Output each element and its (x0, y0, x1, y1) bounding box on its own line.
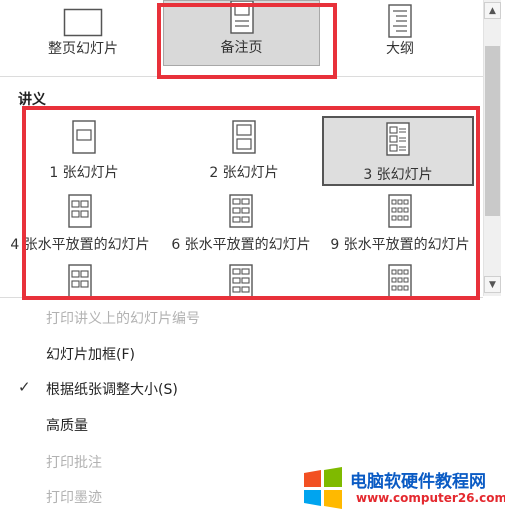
top-divider (0, 76, 483, 77)
handout-6-vertical[interactable] (165, 260, 317, 296)
handout-4-horizontal[interactable]: 4 张水平放置的幻灯片 (4, 190, 156, 256)
scale-to-fit-option[interactable]: 根据纸张调整大小(S) (46, 379, 178, 399)
six-slides-horizontal-icon (229, 194, 253, 228)
scroll-down-arrow-icon[interactable]: ▼ (484, 276, 501, 293)
one-slide-icon (72, 120, 96, 154)
bottom-divider (0, 297, 483, 298)
checkmark-icon: ✓ (18, 378, 31, 396)
scroll-up-arrow-icon[interactable]: ▲ (484, 2, 501, 19)
handout-2-slides-label: 2 张幻灯片 (209, 165, 279, 181)
six-slides-vertical-icon (229, 264, 253, 296)
two-slides-icon (232, 120, 256, 154)
handout-4-horizontal-label: 4 张水平放置的幻灯片 (10, 237, 150, 253)
frame-slides-option[interactable]: 幻灯片加框(F) (46, 344, 135, 364)
handout-2-slides[interactable]: 2 张幻灯片 (168, 118, 320, 184)
handout-3-slides-label: 3 张幻灯片 (363, 167, 433, 183)
layout-notes-page[interactable]: 备注页 (163, 0, 320, 66)
layout-full-page-label: 整页幻灯片 (48, 41, 118, 57)
handout-9-vertical[interactable] (324, 260, 476, 296)
gallery-scrollbar[interactable]: ▲ ▼ (483, 0, 501, 296)
print-ink-option: 打印墨迹 (46, 490, 102, 506)
handout-3-slides[interactable]: 3 张幻灯片 (322, 116, 474, 186)
three-slides-icon (386, 122, 410, 156)
windows-logo-icon (304, 467, 342, 509)
nine-slides-horizontal-icon (388, 194, 412, 228)
watermark: 电脑软硬件教程网 www.computer26.com (296, 461, 505, 513)
print-layout-panel: 整页幻灯片 备注页 大纲 讲义 1 张幻灯片 2 张幻灯片 3 张幻灯片 4 张… (0, 0, 505, 517)
four-slides-vertical-icon (68, 264, 92, 296)
layout-outline[interactable]: 大纲 (322, 0, 478, 66)
handout-4-vertical[interactable] (4, 260, 156, 296)
print-slide-numbers-option: 打印讲义上的幻灯片编号 (46, 311, 200, 327)
high-quality-option[interactable]: 高质量 (46, 415, 88, 435)
handout-9-horizontal-label: 9 张水平放置的幻灯片 (330, 237, 470, 253)
handout-row3-clip (0, 258, 483, 296)
handout-1-slide-label: 1 张幻灯片 (49, 165, 119, 181)
watermark-url: www.computer26.com (356, 491, 505, 505)
notes-page-icon (229, 1, 254, 34)
layout-full-page[interactable]: 整页幻灯片 (8, 0, 158, 66)
handout-6-horizontal[interactable]: 6 张水平放置的幻灯片 (165, 190, 317, 256)
outline-icon (388, 4, 412, 38)
nine-slides-vertical-icon (388, 264, 412, 296)
handout-9-horizontal[interactable]: 9 张水平放置的幻灯片 (324, 190, 476, 256)
handout-6-horizontal-label: 6 张水平放置的幻灯片 (171, 237, 311, 253)
handout-1-slide[interactable]: 1 张幻灯片 (8, 118, 160, 184)
print-comments-option: 打印批注 (46, 455, 102, 471)
four-slides-horizontal-icon (68, 194, 92, 228)
full-page-slide-icon (63, 8, 103, 37)
watermark-title: 电脑软硬件教程网 (350, 472, 486, 492)
layout-notes-page-label: 备注页 (220, 40, 263, 56)
layout-outline-label: 大纲 (386, 41, 414, 57)
handouts-heading: 讲义 (18, 92, 46, 108)
scroll-thumb[interactable] (485, 46, 500, 216)
